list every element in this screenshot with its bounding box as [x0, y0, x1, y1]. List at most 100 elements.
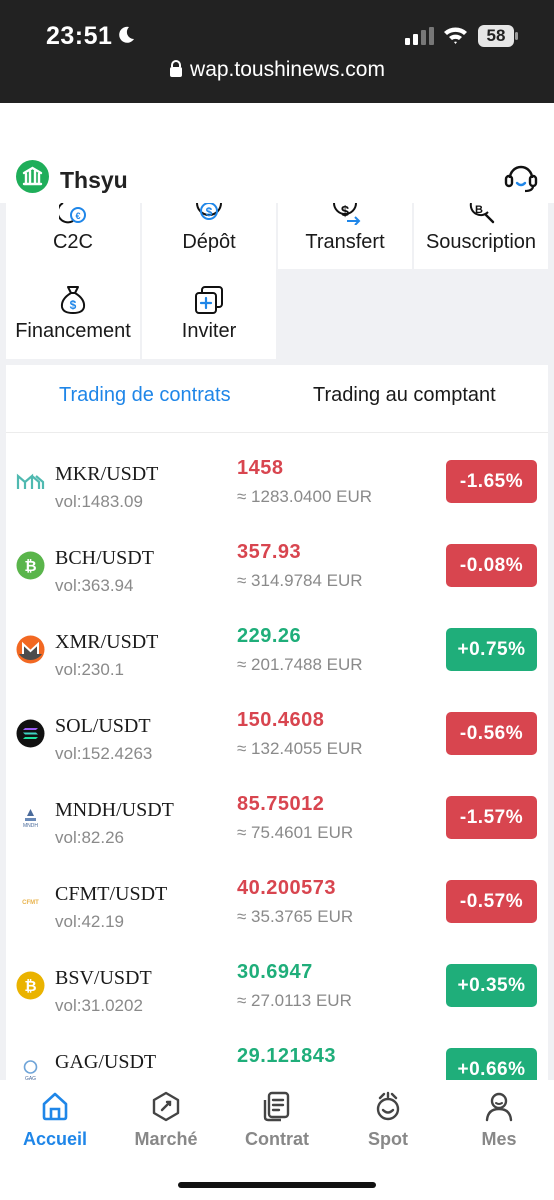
pair-name: XMR/USDT [55, 631, 159, 653]
svg-text:€: € [75, 211, 80, 221]
pair-price: 30.6947 [237, 961, 313, 983]
lock-icon [170, 60, 183, 77]
deposit-icon: $ [196, 203, 222, 220]
pair-price: 229.26 [237, 625, 302, 647]
subscription-icon: B [469, 203, 495, 224]
market-row[interactable]: SOL/USDT vol:152.4263 150.4608 ≈ 132.4055 E… [6, 703, 548, 787]
address-bar[interactable]: wap.toushinews.com [0, 58, 554, 82]
pair-volume: vol:230.1 [55, 660, 124, 679]
action-label: Financement [15, 320, 131, 342]
mndh-icon: MNDH [16, 803, 45, 832]
svg-text:$: $ [206, 205, 213, 219]
market-row[interactable]: CFMT CFMT/USDT vol:42.19 40.200573 ≈ 35.3765… [6, 871, 548, 955]
action-c2c[interactable]: € C2C [6, 203, 140, 269]
pair-name: BSV/USDT [55, 967, 152, 989]
action-depot[interactable]: $ Dépôt [142, 203, 276, 269]
nav-label: Marché [134, 1129, 198, 1149]
svg-text:CFMT: CFMT [22, 900, 39, 906]
battery-indicator: 58 [478, 25, 518, 47]
pair-price: 85.75012 [237, 793, 325, 815]
action-label: Souscription [425, 231, 537, 253]
pair-volume: vol:31.0202 [55, 996, 143, 1015]
moon-icon [119, 26, 134, 43]
action-label: Dépôt [182, 231, 236, 253]
status-bar: 23:51 58 wap.toushinews.com [0, 0, 554, 103]
status-time: 23:51 [46, 22, 113, 50]
nav-label: Mes [481, 1129, 517, 1149]
market-row[interactable]: MKR/USDT vol:1483.09 1458 ≈ 1283.0400 EUR -1… [6, 451, 548, 535]
profile-icon [485, 1092, 513, 1122]
change-badge[interactable]: -1.65% [446, 460, 537, 503]
url-text: wap.toushinews.com [190, 58, 385, 81]
document-icon [263, 1091, 290, 1122]
action-financement[interactable]: $ Financement [6, 269, 140, 359]
invite-icon [195, 286, 223, 314]
pair-price-eur: ≈ 27.0113 EUR [237, 991, 352, 1010]
bch-icon: ₿ [16, 551, 45, 580]
compass-icon [152, 1091, 180, 1122]
svg-text:MNDH: MNDH [23, 823, 38, 829]
transfer-icon: $ [333, 203, 361, 225]
tab-spot-trading[interactable]: Trading au comptant [313, 384, 496, 407]
pair-price: 40.200573 [237, 877, 337, 899]
change-badge[interactable]: -1.57% [446, 796, 537, 839]
action-inviter[interactable]: Inviter [142, 269, 276, 359]
nav-label: Spot [368, 1129, 408, 1149]
username: Thsyu [60, 167, 128, 193]
pair-name: MNDH/USDT [55, 799, 174, 821]
change-badge[interactable]: +0.66% [446, 1048, 537, 1080]
pair-name: MKR/USDT [55, 463, 159, 485]
quick-actions-grid: € C2C $ Dépôt $ Transfert B Souscription [6, 203, 548, 359]
app-header: Thsyu [0, 103, 554, 203]
battery-level: 58 [486, 26, 506, 45]
nav-mes[interactable]: Mes [444, 1090, 554, 1150]
xmr-icon [16, 635, 45, 664]
cfmt-icon: CFMT [16, 887, 45, 916]
c2c-exchange-icon: € [59, 203, 86, 224]
action-souscription[interactable]: B Souscription [414, 203, 548, 269]
svg-text:₿: ₿ [24, 558, 36, 575]
nav-label: Accueil [22, 1129, 88, 1149]
svg-text:₿: ₿ [24, 978, 36, 995]
pair-volume: vol:1483.09 [55, 492, 143, 511]
tab-contract-trading[interactable]: Trading de contrats [59, 384, 231, 407]
money-bag-icon: $ [60, 286, 86, 315]
market-row[interactable]: ₿ BSV/USDT vol:31.0202 30.6947 ≈ 27.0113 EUR… [6, 955, 548, 1039]
pair-price: 357.93 [237, 541, 302, 563]
gag-icon: GAG [16, 1055, 45, 1080]
market-row[interactable]: MNDH MNDH/USDT vol:82.26 85.75012 ≈ 75.4601 … [6, 787, 548, 871]
change-badge[interactable]: +0.75% [446, 628, 537, 671]
action-transfert[interactable]: $ Transfert [278, 203, 412, 269]
action-label: Transfert [305, 231, 385, 253]
nav-contrat[interactable]: Contrat [222, 1090, 332, 1150]
headset-icon[interactable] [503, 160, 539, 194]
svg-text:$: $ [70, 298, 77, 312]
nav-label: Contrat [245, 1129, 309, 1149]
pair-price: 1458 [237, 457, 284, 479]
pair-name: GAG/USDT [55, 1051, 157, 1073]
home-icon [42, 1092, 68, 1121]
svg-text:$: $ [341, 203, 350, 220]
spot-icon [376, 1091, 400, 1121]
change-badge[interactable]: +0.35% [446, 964, 537, 1007]
home-indicator [178, 1182, 376, 1188]
nav-spot[interactable]: Spot [333, 1090, 443, 1150]
sol-icon [16, 719, 45, 748]
pair-price: 29.121843 [237, 1045, 337, 1067]
wifi-icon [444, 27, 467, 44]
market-row[interactable]: GAG GAG/USDT 29.121843 +0.66% [6, 1039, 548, 1080]
pair-price: 150.4608 [237, 709, 325, 731]
pair-volume: vol:82.26 [55, 828, 124, 847]
change-badge[interactable]: -0.56% [446, 712, 537, 755]
nav-marche[interactable]: Marché [111, 1090, 221, 1150]
pair-price-eur: ≈ 314.9784 EUR [237, 571, 363, 590]
change-badge[interactable]: -0.57% [446, 880, 537, 923]
market-panel: Trading de contrats Trading au comptant … [6, 365, 548, 1080]
change-badge[interactable]: -0.08% [446, 544, 537, 587]
svg-text:B: B [475, 204, 483, 216]
market-row[interactable]: ₿ BCH/USDT vol:363.94 357.93 ≈ 314.9784 EUR -… [6, 535, 548, 619]
market-row[interactable]: XMR/USDT vol:230.1 229.26 ≈ 201.7488 EUR +0.… [6, 619, 548, 703]
nav-accueil[interactable]: Accueil [0, 1090, 110, 1150]
bsv-icon: ₿ [16, 971, 45, 1000]
pair-name: SOL/USDT [55, 715, 151, 737]
